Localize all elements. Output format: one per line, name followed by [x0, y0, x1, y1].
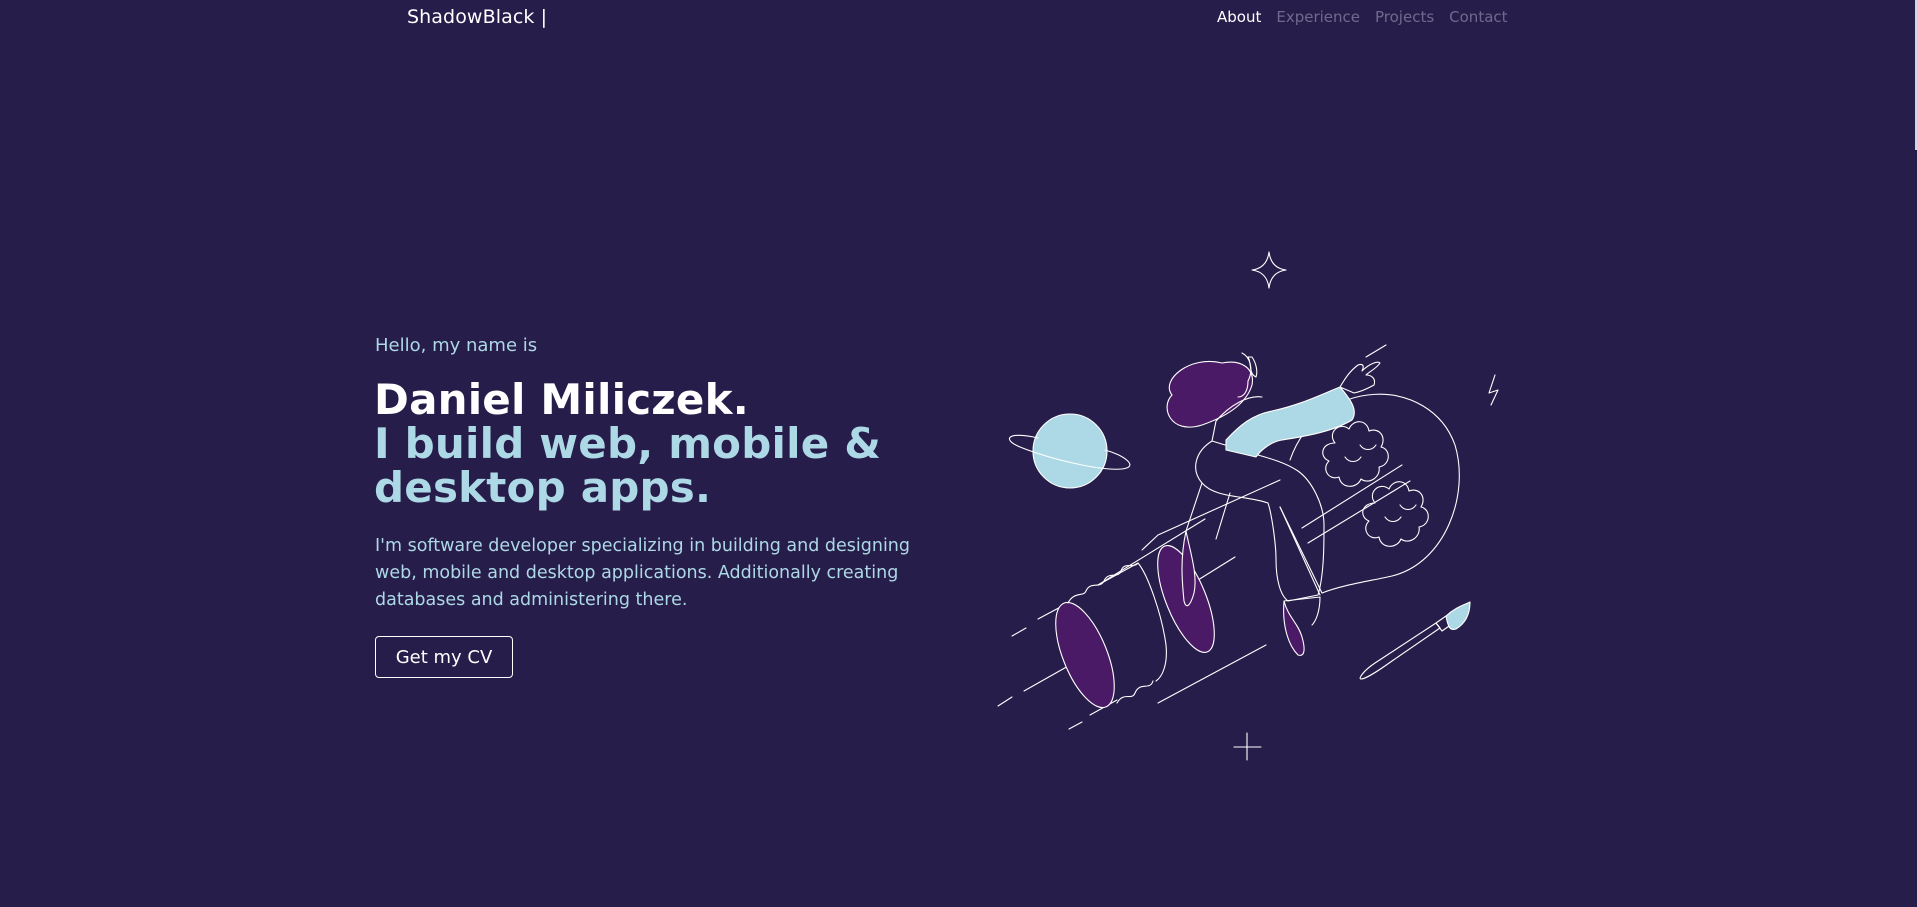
- page: ShadowBlack | About Experience Projects …: [0, 0, 1917, 907]
- get-cv-button[interactable]: Get my CV: [375, 636, 513, 678]
- main-nav: About Experience Projects Contact: [1217, 8, 1523, 26]
- hero-name: Daniel Miliczek.: [374, 375, 749, 424]
- nav-link-projects[interactable]: Projects: [1375, 8, 1434, 26]
- paintbrush-icon: [1359, 601, 1471, 680]
- rocket-body-icon: [1055, 479, 1281, 709]
- hero-illustration: [997, 251, 1499, 761]
- brand-logo[interactable]: ShadowBlack |: [407, 6, 547, 28]
- hero-greeting: Hello, my name is: [375, 335, 538, 356]
- hero-tagline: I build web, mobile & desktop apps.: [374, 419, 882, 512]
- hero-title: Daniel Miliczek. I build web, mobile & d…: [374, 378, 934, 510]
- nav-link-experience[interactable]: Experience: [1276, 8, 1360, 26]
- nav-link-about[interactable]: About: [1217, 8, 1261, 26]
- planet-icon: [1008, 413, 1131, 489]
- nav-link-contact[interactable]: Contact: [1449, 8, 1507, 26]
- hero-description: I'm software developer specializing in b…: [375, 536, 911, 610]
- plus-star-icon: [1233, 732, 1262, 761]
- sparkle-star-icon: [1251, 251, 1287, 289]
- lightning-icon: [1488, 374, 1499, 406]
